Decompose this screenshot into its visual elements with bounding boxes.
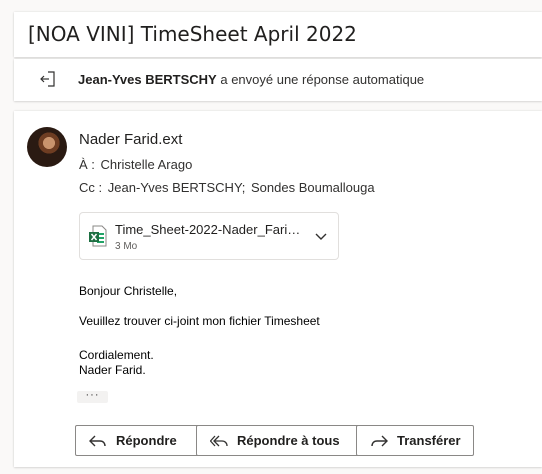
auto-reply-text: Jean-Yves BERTSCHY a envoyé une réponse … (78, 72, 424, 87)
cc-recipient[interactable]: Sondes Boumallouga (251, 180, 375, 195)
subject-card: [NOA VINI] TimeSheet April 2022 (14, 12, 542, 57)
auto-reply-sender: Jean-Yves BERTSCHY (78, 72, 217, 87)
attachment-size: 3 Mo (115, 241, 138, 252)
attachment-name: Time_Sheet-2022-Nader_Farid.xlsx (115, 222, 305, 237)
reply-label: Répondre (116, 433, 177, 448)
auto-reply-banner[interactable]: Jean-Yves BERTSCHY a envoyé une réponse … (14, 59, 542, 101)
message-card: Nader Farid.ext À : Christelle Arago Cc … (14, 111, 542, 467)
reply-all-label: Répondre à tous (237, 433, 340, 448)
body-closing: Cordialement. (79, 348, 154, 362)
reply-button[interactable]: Répondre (75, 425, 203, 456)
reply-icon (89, 435, 106, 446)
avatar[interactable] (27, 127, 67, 167)
reply-all-icon (210, 435, 228, 446)
body-line: Veuillez trouver ci-joint mon fichier Ti… (79, 314, 320, 328)
auto-reply-message: a envoyé une réponse automatique (216, 72, 425, 87)
forward-label: Transférer (397, 433, 461, 448)
body-greeting: Bonjour Christelle, (79, 284, 178, 298)
forward-icon (371, 435, 388, 446)
body-signature: Nader Farid. (79, 363, 146, 377)
cc-recipient[interactable]: Jean-Yves BERTSCHY; (108, 180, 246, 195)
attachment-card[interactable]: Time_Sheet-2022-Nader_Farid.xlsx 3 Mo (79, 212, 339, 260)
to-recipient[interactable]: Christelle Arago (101, 157, 193, 172)
excel-file-icon (89, 225, 107, 247)
show-more-button[interactable]: ··· (77, 390, 108, 403)
reply-all-button[interactable]: Répondre à tous (196, 425, 366, 456)
cc-label: Cc : (79, 180, 103, 195)
email-subject: [NOA VINI] TimeSheet April 2022 (28, 22, 357, 46)
to-label: À : (79, 157, 95, 172)
auto-reply-icon (40, 71, 55, 87)
cc-line: Cc : Jean-Yves BERTSCHY; Sondes Boumallo… (79, 180, 377, 195)
chevron-down-icon[interactable] (314, 229, 328, 243)
sender-name[interactable]: Nader Farid.ext (79, 131, 182, 148)
to-line: À : Christelle Arago (79, 157, 194, 172)
forward-button[interactable]: Transférer (356, 425, 474, 456)
